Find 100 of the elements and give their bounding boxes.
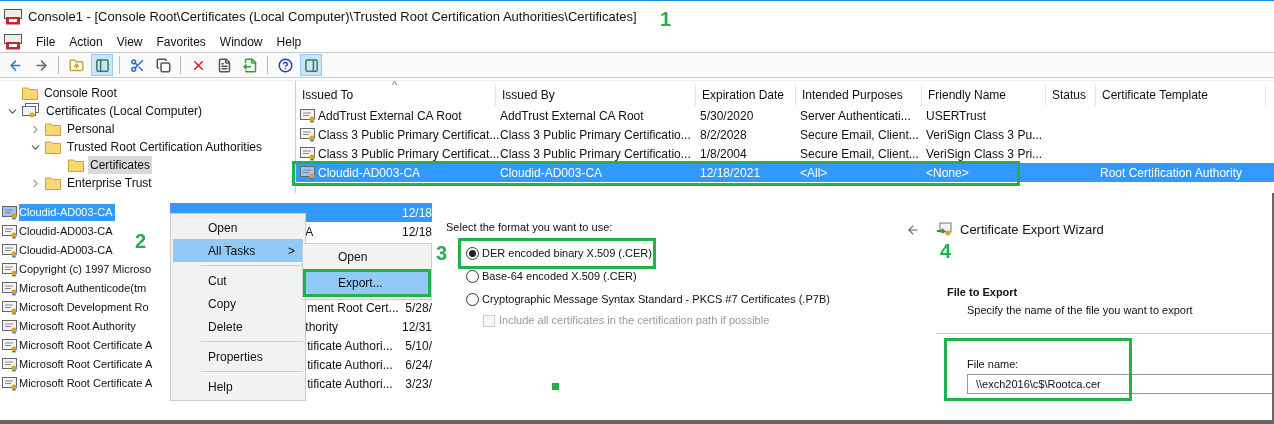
table-cell-text: 12/18 xyxy=(401,223,432,241)
folder-icon xyxy=(68,158,84,172)
table-cell-text: <None> xyxy=(926,164,969,182)
tree-item[interactable]: Certificates (Local Computer) xyxy=(44,102,205,120)
menu-item[interactable]: Open xyxy=(306,246,428,268)
table-cell[interactable]: Microsoft Development Ro xyxy=(19,299,151,316)
tree-item[interactable]: Trusted Root Certification Authorities xyxy=(65,138,264,156)
table-cell-text: Root Certification Authority xyxy=(1100,164,1243,182)
show-tree-button[interactable] xyxy=(91,54,113,76)
menu-item[interactable]: Window xyxy=(219,33,263,51)
menu-item[interactable]: Delete xyxy=(173,315,303,338)
table-cell-text: Secure Email, Client... xyxy=(800,145,919,163)
certificate-icon xyxy=(300,146,316,161)
radio-label: DER encoded binary X.509 (.CER) xyxy=(482,245,652,261)
column-header[interactable]: Issued By xyxy=(496,84,696,106)
certificate-icon xyxy=(300,108,316,123)
menu-item[interactable]: Cut xyxy=(173,269,303,292)
table-cell[interactable]: Cloudid-AD003-CA xyxy=(19,242,115,259)
table-cell-text: <All> xyxy=(800,164,828,182)
certificate-store-icon xyxy=(22,103,40,119)
list-row[interactable]: Class 3 Public Primary Certificat...Class 3 Public Primary Certificatio... 1/8/2004 Secure Email, Client... VeriSign Class 3 Pri... xyxy=(296,144,1274,163)
radio-button[interactable] xyxy=(466,269,479,283)
table-cell-text: 8/2/2028 xyxy=(700,126,747,144)
menu-item[interactable]: View xyxy=(116,33,143,51)
column-header[interactable]: Issued To xyxy=(296,84,496,106)
copy-icon xyxy=(155,57,171,73)
radio-button[interactable] xyxy=(466,292,479,306)
list-row[interactable]: AddTrust External CA Root AddTrust External CA Root 5/30/2020 Server Authenticati... USERTrust xyxy=(296,106,1274,125)
table-cell-text: Server Authenticati... xyxy=(800,107,911,125)
arrow-right-icon xyxy=(33,57,49,73)
step-number: 1 xyxy=(660,9,672,29)
table-cell-text: Cloudid-AD003-CA xyxy=(500,164,603,182)
certificate-icon xyxy=(2,205,18,220)
help-icon xyxy=(277,57,293,73)
list-row[interactable]: Class 3 Public Primary Certificat...Class 3 Public Primary Certificatio... 8/2/2028 Secure Email, Client... VeriSign Class 3 Pu... xyxy=(296,125,1274,144)
radio-button[interactable] xyxy=(466,246,479,260)
menu-item[interactable]: Help xyxy=(276,33,302,51)
wizard-title: Certificate Export Wizard xyxy=(960,221,1104,239)
radio-label: Base-64 encoded X.509 (.CER) xyxy=(482,268,637,284)
column-header[interactable]: Certificate Template xyxy=(1096,84,1266,106)
menu-item[interactable]: All Tasks > xyxy=(173,239,303,262)
submenu-arrow: > xyxy=(288,242,295,260)
table-cell[interactable]: Cloudid-AD003-CA xyxy=(19,223,115,240)
table-cell[interactable]: Microsoft Root Certificate A xyxy=(19,375,155,392)
section-description: Specify the name of the file you want to export xyxy=(967,303,1194,318)
table-cell-text: AddTrust External CA Root xyxy=(500,107,644,125)
table-cell-text: 5/10/ xyxy=(405,337,432,355)
table-cell-text: Class 3 Public Primary Certificatio... xyxy=(500,126,691,144)
table-cell-text: VeriSign Class 3 Pri... xyxy=(926,145,1043,163)
table-cell[interactable]: Microsoft Root Certificate A xyxy=(19,356,155,373)
format-prompt: Select the format you want to use: xyxy=(446,220,614,235)
menu-item[interactable]: Open xyxy=(173,216,303,239)
table-cell: A xyxy=(305,224,314,239)
menu-item[interactable]: File xyxy=(36,33,56,51)
table-cell-text: Class 3 Public Primary Certificat... xyxy=(318,145,500,163)
table-cell-text: VeriSign Class 3 Pu... xyxy=(926,126,1043,144)
certificate-icon xyxy=(300,165,316,180)
table-cell[interactable]: Microsoft Root Authority xyxy=(19,318,138,335)
panel-right-icon xyxy=(303,57,319,73)
column-header[interactable]: Friendly Name xyxy=(922,84,1046,106)
table-cell-text: 5/28/ xyxy=(405,299,432,317)
table-cell[interactable]: Microsoft Authenticode(tm xyxy=(19,280,149,297)
radio-label: Cryptographic Message Syntax Standard - PKCS #7 Certificates (.P7B) xyxy=(482,291,830,307)
scissors-icon xyxy=(129,57,145,73)
table-cell-text: AddTrust External CA Root xyxy=(318,107,462,125)
table-cell: ment Root Cert... xyxy=(307,300,399,315)
step-number: 2 xyxy=(135,231,147,251)
tree-item[interactable]: Enterprise Trust xyxy=(65,174,154,192)
column-header[interactable]: Expiration Date xyxy=(696,84,796,106)
menu-item[interactable]: Properties xyxy=(173,345,303,368)
table-cell: thority xyxy=(305,319,338,334)
table-cell: tificate Authori... xyxy=(307,376,393,391)
folder-icon xyxy=(22,86,38,100)
menu-item[interactable]: Export... xyxy=(306,272,428,294)
menu-item[interactable]: Help xyxy=(173,375,303,398)
column-header[interactable]: Status xyxy=(1046,84,1096,106)
folder-icon xyxy=(45,140,61,154)
menu-item[interactable]: Copy xyxy=(173,292,303,315)
back-button[interactable] xyxy=(906,222,920,237)
file-name-field[interactable]: \\exch2016\c$\Rootca.cer xyxy=(967,374,1272,394)
menu-item[interactable]: Action xyxy=(69,33,103,51)
tree-item[interactable]: Certificates xyxy=(88,156,153,174)
action-pane-button[interactable] xyxy=(300,54,322,76)
console-icon xyxy=(4,8,22,25)
section-heading: File to Export xyxy=(947,284,1019,300)
tree-item[interactable]: Personal xyxy=(65,120,117,138)
certificate-wizard-icon xyxy=(936,221,952,238)
table-cell: tificate Authori... xyxy=(307,338,393,353)
table-cell[interactable]: Copyright (c) 1997 Microso xyxy=(19,261,154,278)
tree-item[interactable]: Console Root xyxy=(42,84,119,102)
folder-up-icon xyxy=(68,57,84,73)
column-header[interactable]: Intended Purposes xyxy=(796,84,922,106)
menu-item[interactable]: Favorites xyxy=(156,33,206,51)
field-label: File name: xyxy=(967,356,1020,372)
console-menu-icon xyxy=(4,34,22,50)
document-icon xyxy=(216,57,232,73)
table-cell-text: 6/24/ xyxy=(405,356,432,374)
table-cell[interactable]: Microsoft Root Certificate A xyxy=(19,337,155,354)
folder-icon xyxy=(45,176,61,190)
arrow-left-icon xyxy=(7,57,23,73)
